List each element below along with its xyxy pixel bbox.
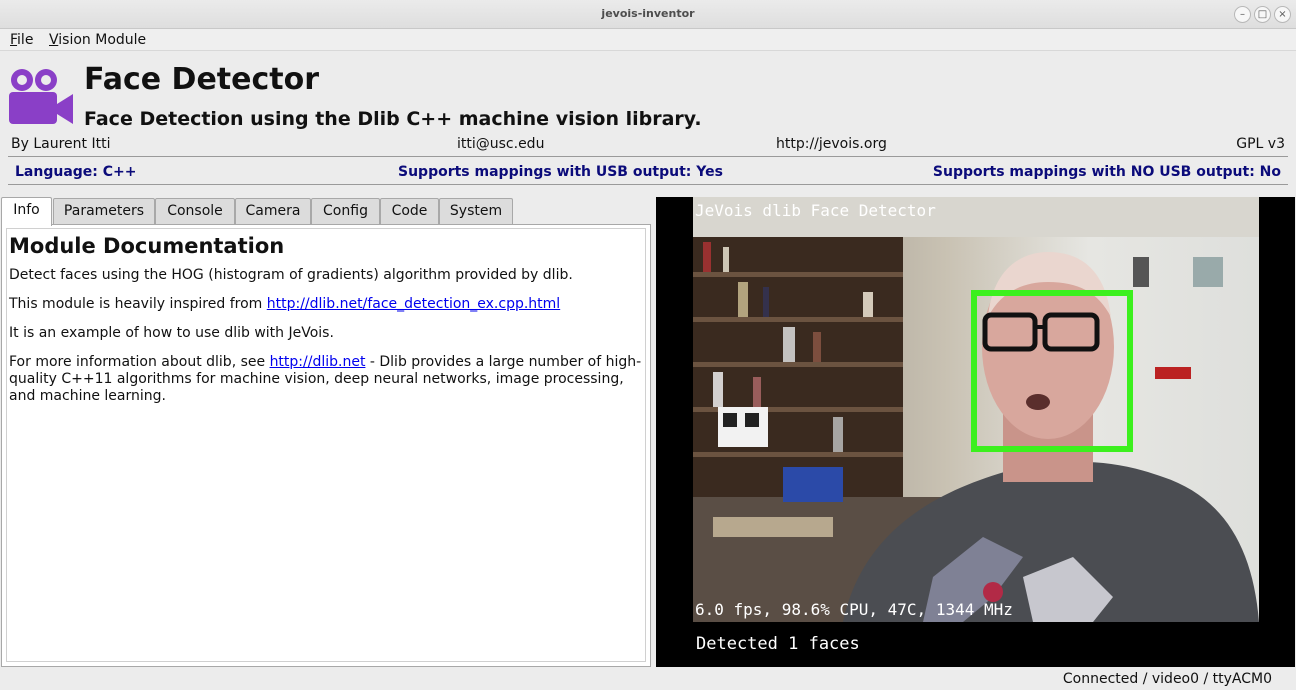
module-info-row: By Laurent Itti itti@usc.edu http://jevo… xyxy=(8,135,1288,157)
module-documentation[interactable]: Module Documentation Detect faces using … xyxy=(6,228,646,662)
language-label: Language: C++ xyxy=(15,164,137,180)
website-label: http://jevois.org xyxy=(776,136,887,152)
email-label: itti@usc.edu xyxy=(457,136,545,152)
video-camera-icon xyxy=(9,69,73,124)
status-bar: Connected / video0 / ttyACM0 xyxy=(0,668,1296,690)
tab-console[interactable]: Console xyxy=(155,198,235,225)
tab-code[interactable]: Code xyxy=(380,198,439,225)
doc-paragraph: For more information about dlib, see htt… xyxy=(9,354,642,404)
menu-vision-module[interactable]: Vision Module xyxy=(49,32,146,48)
tab-config[interactable]: Config xyxy=(311,198,380,225)
video-overlay-stats: 6.0 fps, 98.6% CPU, 47C, 1344 MHz xyxy=(695,600,1013,619)
face-detection-example-link[interactable]: http://dlib.net/face_detection_ex.cpp.ht… xyxy=(267,296,560,312)
doc-paragraph: Detect faces using the HOG (histogram of… xyxy=(9,267,573,283)
tab-info[interactable]: Info xyxy=(1,197,52,226)
tab-parameters[interactable]: Parameters xyxy=(53,198,155,225)
no-usb-output-support: Supports mappings with NO USB output: No xyxy=(932,164,1281,180)
video-display: JeVois dlib Face Detector 6.0 fps, 98.6%… xyxy=(656,197,1295,667)
window-title: jevois-inventor xyxy=(601,7,695,20)
module-title: Face Detector xyxy=(84,62,320,97)
tab-camera[interactable]: Camera xyxy=(235,198,311,225)
connection-status: Connected / video0 / ttyACM0 xyxy=(1062,671,1272,687)
tab-system[interactable]: System xyxy=(439,198,513,225)
window-titlebar: jevois-inventor – □ × xyxy=(0,0,1296,29)
doc-paragraph: It is an example of how to use dlib with… xyxy=(9,325,334,341)
info-panel: Module Documentation Detect faces using … xyxy=(1,224,651,667)
menu-bar: File Vision Module xyxy=(0,29,1296,51)
doc-heading: Module Documentation xyxy=(9,234,285,258)
module-subtitle: Face Detection using the Dlib C++ machin… xyxy=(84,108,702,130)
video-overlay-title: JeVois dlib Face Detector xyxy=(695,201,936,220)
camera-scene xyxy=(693,197,1259,622)
video-detection-text: Detected 1 faces xyxy=(696,634,860,654)
close-icon[interactable]: × xyxy=(1274,6,1291,23)
camera-frame: JeVois dlib Face Detector 6.0 fps, 98.6%… xyxy=(693,197,1259,622)
usb-output-support: Supports mappings with USB output: Yes xyxy=(398,164,723,180)
maximize-icon[interactable]: □ xyxy=(1254,6,1271,23)
minimize-icon[interactable]: – xyxy=(1234,6,1251,23)
doc-paragraph: This module is heavily inspired from htt… xyxy=(9,296,561,312)
license-label: GPL v3 xyxy=(1236,136,1285,152)
dlib-link[interactable]: http://dlib.net xyxy=(270,354,366,370)
menu-file[interactable]: File xyxy=(10,32,33,48)
module-support-row: Language: C++ Supports mappings with USB… xyxy=(8,160,1288,185)
author-label: By Laurent Itti xyxy=(11,136,111,152)
